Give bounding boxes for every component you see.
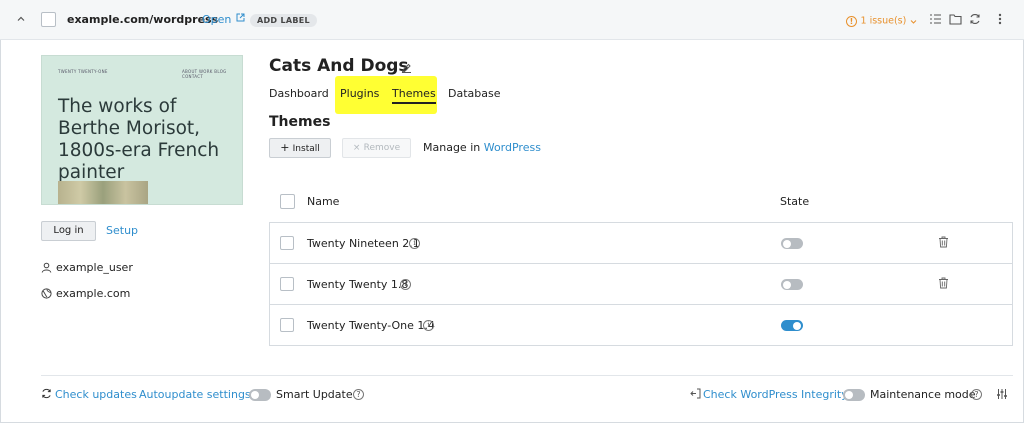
site-select-checkbox[interactable]: [41, 12, 56, 27]
row-divider: [269, 304, 1013, 305]
open-site-label: Open: [202, 13, 232, 26]
username: example_user: [56, 261, 133, 274]
footer-divider: [41, 375, 1013, 376]
globe-icon: [41, 288, 52, 299]
check-integrity-link[interactable]: Check WordPress Integrity: [703, 388, 848, 401]
manage-wordpress-link[interactable]: WordPress: [484, 141, 541, 154]
theme-name: Twenty Twenty 1.8: [307, 278, 409, 291]
external-link-icon: [236, 13, 245, 22]
refresh-icon[interactable]: [969, 13, 981, 25]
settings-sliders-icon[interactable]: [996, 388, 1008, 400]
more-options-icon[interactable]: [998, 13, 1002, 25]
list-view-icon[interactable]: [929, 13, 942, 25]
theme-state-toggle[interactable]: [781, 279, 803, 290]
chevron-down-icon: [910, 18, 917, 25]
row-checkbox[interactable]: [280, 318, 294, 332]
row-checkbox[interactable]: [280, 277, 294, 291]
tab-themes[interactable]: Themes: [392, 87, 436, 104]
open-site-link[interactable]: Open: [202, 13, 245, 26]
column-header-state[interactable]: State: [780, 195, 809, 208]
tab-dashboard[interactable]: Dashboard: [269, 87, 329, 100]
theme-name: Twenty Twenty-One 1.4: [307, 319, 435, 332]
site-url: example.com/wordpress: [67, 13, 219, 26]
remove-label: Remove: [363, 143, 401, 153]
help-icon[interactable]: ?: [971, 389, 982, 400]
info-icon[interactable]: i: [409, 238, 420, 249]
preview-site-title: TWENTY TWENTY-ONE: [58, 69, 108, 74]
theme-name: Twenty Nineteen 2.1: [307, 237, 420, 250]
login-button[interactable]: Log in: [41, 221, 96, 241]
site-title: Cats And Dogs: [269, 56, 409, 76]
trash-icon[interactable]: [938, 236, 949, 248]
install-label: Install: [292, 144, 320, 154]
maintenance-mode-toggle[interactable]: [843, 389, 865, 401]
themes-section-title: Themes: [269, 114, 331, 130]
manage-in-wordpress: Manage in WordPress: [423, 141, 541, 154]
integrity-check-icon: [690, 388, 701, 399]
check-updates-link[interactable]: Check updates: [55, 388, 137, 401]
user-icon: [41, 262, 52, 273]
info-icon[interactable]: i: [400, 279, 411, 290]
preview-nav: ABOUT WORK BLOG CONTACT: [182, 69, 227, 79]
theme-state-toggle[interactable]: [781, 320, 803, 331]
row-checkbox[interactable]: [280, 236, 294, 250]
setup-link[interactable]: Setup: [106, 224, 138, 237]
preview-photo: [58, 181, 148, 204]
issues-indicator[interactable]: ! 1 issue(s): [846, 14, 917, 27]
collapse-chevron-icon[interactable]: [16, 14, 26, 24]
autoupdate-settings-link[interactable]: Autoupdate settings: [139, 388, 251, 401]
select-all-checkbox[interactable]: [280, 194, 295, 209]
tab-plugins[interactable]: Plugins: [340, 87, 379, 100]
plus-icon: +: [280, 141, 290, 154]
warning-icon: !: [846, 15, 857, 27]
trash-icon[interactable]: [938, 277, 949, 289]
preview-heading: The works of Berthe Morisot, 1800s-era F…: [58, 96, 220, 183]
tab-database[interactable]: Database: [448, 87, 501, 100]
folder-icon[interactable]: [949, 13, 962, 25]
edit-pencil-icon[interactable]: [401, 62, 412, 73]
close-icon: ×: [352, 143, 361, 153]
smart-update-label: Smart Update: [276, 388, 353, 401]
manage-prefix: Manage in: [423, 141, 481, 154]
remove-button[interactable]: × Remove: [342, 138, 411, 158]
site-domain: example.com: [56, 287, 131, 300]
add-label-button[interactable]: ADD LABEL: [250, 14, 317, 27]
column-header-name[interactable]: Name: [307, 195, 339, 208]
refresh-icon: [41, 388, 52, 399]
maintenance-mode-label: Maintenance mode: [870, 388, 976, 401]
row-divider: [269, 263, 1013, 264]
smart-update-toggle[interactable]: [249, 389, 271, 401]
issues-label: 1 issue(s): [860, 15, 907, 27]
site-preview-thumbnail[interactable]: TWENTY TWENTY-ONE ABOUT WORK BLOG CONTAC…: [41, 55, 243, 205]
help-icon[interactable]: ?: [353, 389, 364, 400]
install-button[interactable]: + Install: [269, 138, 331, 158]
info-icon[interactable]: i: [423, 320, 434, 331]
theme-state-toggle[interactable]: [781, 238, 803, 249]
